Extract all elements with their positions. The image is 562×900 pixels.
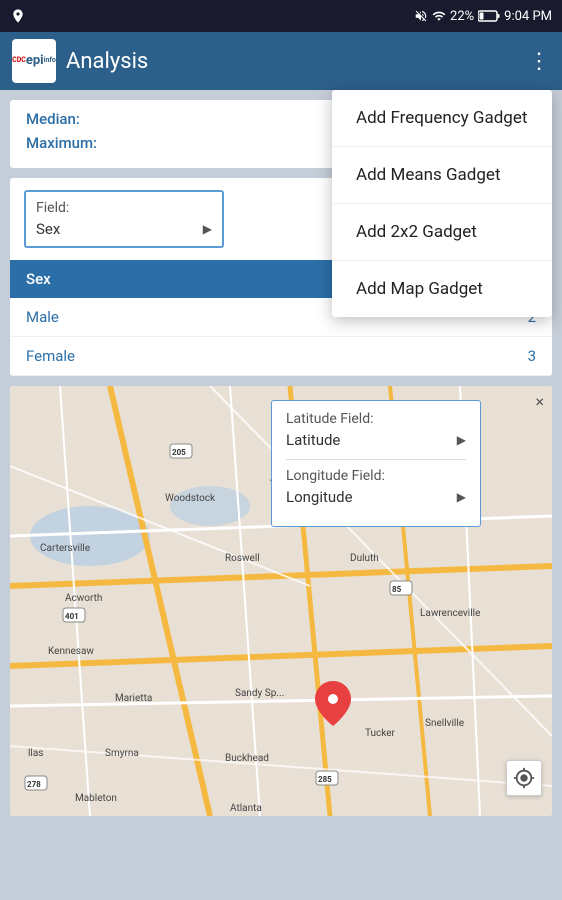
col-header-sex: Sex: [10, 260, 250, 298]
app-bar: CDC epi info Analysis ⋮: [0, 32, 562, 90]
longitude-value: Longitude: [286, 488, 353, 506]
field-dropdown-arrow: ▶: [203, 222, 212, 236]
field-label: Field:: [36, 200, 212, 216]
dropdown-item[interactable]: Add Frequency Gadget: [332, 90, 552, 147]
gps-button[interactable]: [506, 760, 542, 796]
map-card: × Latitude Field: Latitude ▶ Longitude F…: [10, 386, 552, 816]
longitude-value-row[interactable]: Longitude ▶: [286, 488, 466, 506]
row-value: 3: [250, 337, 552, 376]
svg-text:Buckhead: Buckhead: [225, 753, 269, 764]
app-bar-menu-button[interactable]: ⋮: [528, 49, 550, 74]
field-value: Sex: [36, 220, 60, 238]
latitude-value: Latitude: [286, 431, 340, 449]
field-value-row: Sex ▶: [36, 220, 212, 238]
row-label: Female: [10, 337, 250, 376]
longitude-dropdown-arrow: ▶: [457, 490, 466, 504]
svg-text:Tucker: Tucker: [365, 728, 396, 739]
status-bar: 22% 9:04 PM: [0, 0, 562, 32]
svg-text:Roswell: Roswell: [225, 553, 260, 564]
latitude-dropdown-arrow: ▶: [457, 433, 466, 447]
map-controls: Latitude Field: Latitude ▶ Longitude Fie…: [271, 400, 481, 527]
median-label: Median:: [26, 110, 126, 128]
app-title: Analysis: [66, 49, 148, 74]
app-bar-left: CDC epi info Analysis: [12, 39, 148, 83]
svg-text:Lawrenceville: Lawrenceville: [420, 608, 480, 619]
dropdown-menu: Add Frequency GadgetAdd Means GadgetAdd …: [332, 90, 552, 317]
dropdown-item[interactable]: Add 2x2 Gadget: [332, 204, 552, 261]
wifi-icon: [432, 9, 446, 23]
maximum-label: Maximum:: [26, 134, 126, 152]
svg-text:llas: llas: [28, 748, 43, 759]
svg-text:Mableton: Mableton: [75, 793, 117, 804]
svg-text:Sandy Sp...: Sandy Sp...: [235, 688, 284, 699]
gps-icon: [513, 767, 535, 789]
svg-text:Duluth: Duluth: [350, 553, 379, 564]
status-bar-right: 22% 9:04 PM: [414, 9, 552, 24]
svg-text:401: 401: [65, 612, 79, 621]
status-bar-left: [10, 8, 26, 24]
app-logo: CDC epi info: [12, 39, 56, 83]
svg-text:Woodstock: Woodstock: [165, 493, 216, 504]
dropdown-item[interactable]: Add Means Gadget: [332, 147, 552, 204]
battery-text: 22%: [450, 9, 474, 24]
table-row: Female3: [10, 337, 552, 376]
latitude-label: Latitude Field:: [286, 411, 466, 427]
map-close-button[interactable]: ×: [535, 392, 544, 411]
map-field-divider: [286, 459, 466, 460]
time-display: 9:04 PM: [504, 9, 552, 24]
svg-text:Snellville: Snellville: [425, 718, 464, 729]
field-selector[interactable]: Field: Sex ▶: [24, 190, 224, 248]
svg-text:Kennesaw: Kennesaw: [48, 646, 94, 657]
svg-text:85: 85: [392, 585, 402, 594]
svg-text:285: 285: [318, 775, 332, 784]
dropdown-item[interactable]: Add Map Gadget: [332, 261, 552, 317]
longitude-label: Longitude Field:: [286, 468, 466, 484]
svg-text:Marietta: Marietta: [115, 693, 152, 704]
location-icon: [10, 8, 26, 24]
svg-text:Smyrna: Smyrna: [105, 748, 139, 759]
latitude-value-row[interactable]: Latitude ▶: [286, 431, 466, 449]
svg-text:278: 278: [27, 780, 41, 789]
battery-icon: [478, 10, 500, 22]
svg-text:Cartersville: Cartersville: [40, 543, 90, 554]
row-label: Male: [10, 298, 250, 337]
svg-text:205: 205: [172, 448, 186, 457]
svg-text:Atlanta: Atlanta: [230, 803, 262, 814]
svg-text:Acworth: Acworth: [65, 593, 102, 604]
mute-icon: [414, 9, 428, 23]
